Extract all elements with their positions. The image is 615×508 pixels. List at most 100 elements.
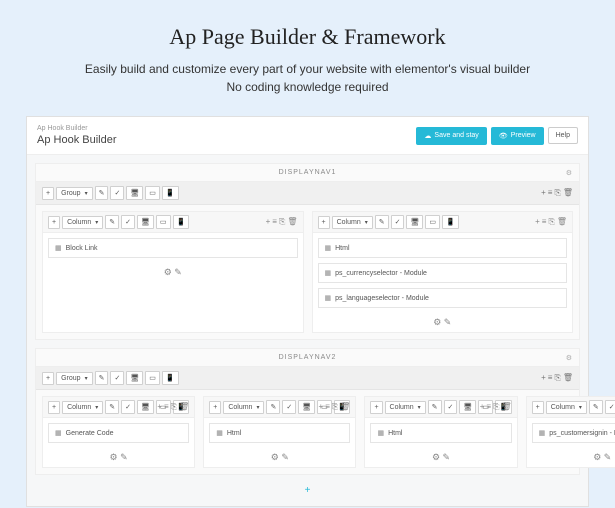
add-button[interactable]: + <box>370 401 382 414</box>
trash-icon[interactable]: 🗑 <box>287 217 297 227</box>
trash-icon[interactable]: 🗑 <box>563 188 573 198</box>
widget[interactable]: ▦Generate Code <box>48 423 189 443</box>
add-button[interactable]: + <box>318 216 330 229</box>
check-button[interactable]: ✓ <box>391 215 405 229</box>
column-dropdown[interactable]: Column <box>62 216 103 229</box>
check-button[interactable]: ✓ <box>444 400 458 414</box>
add-button[interactable]: + <box>42 187 54 200</box>
widget[interactable]: ▦ps_customersignin - Module <box>532 423 615 443</box>
group-dropdown[interactable]: Group <box>56 187 92 200</box>
check-button[interactable]: ✓ <box>110 186 124 200</box>
menu-icon[interactable]: ≡ <box>272 217 277 227</box>
add-button[interactable]: + <box>42 372 54 385</box>
gear-icon[interactable]: ⚙ <box>566 354 573 362</box>
help-button[interactable]: Help <box>548 127 578 144</box>
add-widget-row[interactable]: ⚙ ✎ <box>43 448 194 467</box>
menu-icon[interactable]: ≡ <box>548 188 553 198</box>
menu-icon[interactable]: ≡ <box>486 402 491 412</box>
trash-icon[interactable]: 🗑 <box>563 373 573 383</box>
edit-button[interactable]: ✎ <box>105 400 119 414</box>
widget[interactable]: ▦Block Link <box>48 238 298 258</box>
edit-button[interactable]: ✎ <box>95 371 109 385</box>
widget[interactable]: ▦Html <box>370 423 511 443</box>
widget[interactable]: ▦ps_currencyselector - Module <box>318 263 568 283</box>
add-button[interactable]: + <box>532 401 544 414</box>
duplicate-icon[interactable]: ⎘ <box>279 217 285 227</box>
gear-icon[interactable]: ⚙ <box>566 169 573 177</box>
add-widget-row[interactable]: ⚙ ✎ <box>527 448 615 467</box>
desktop-icon[interactable]: 🖥 <box>126 186 143 200</box>
duplicate-icon[interactable]: ⎘ <box>554 373 560 383</box>
plus-icon[interactable]: + <box>480 402 485 412</box>
check-button[interactable]: ✓ <box>282 400 296 414</box>
plus-icon[interactable]: + <box>157 402 162 412</box>
check-button[interactable]: ✓ <box>605 400 615 414</box>
hero-sub2: No coding knowledge required <box>40 78 575 96</box>
tablet-icon[interactable]: ▭ <box>145 371 160 385</box>
menu-icon[interactable]: ≡ <box>325 402 330 412</box>
desktop-icon[interactable]: 🖥 <box>137 400 154 414</box>
edit-button[interactable]: ✎ <box>266 400 280 414</box>
plus-icon[interactable]: + <box>266 217 271 227</box>
add-button[interactable]: + <box>48 216 60 229</box>
plus-icon[interactable]: + <box>541 373 546 383</box>
add-button[interactable]: + <box>209 401 221 414</box>
column-dropdown[interactable]: Column <box>223 401 264 414</box>
tablet-icon[interactable]: ▭ <box>156 215 171 229</box>
plus-icon[interactable]: + <box>319 402 324 412</box>
widget[interactable]: ▦Html <box>318 238 568 258</box>
trash-icon[interactable]: 🗑 <box>557 217 567 227</box>
add-widget-row[interactable]: ⚙ ✎ <box>204 448 355 467</box>
menu-icon[interactable]: ≡ <box>548 373 553 383</box>
group-dropdown[interactable]: Group <box>56 372 92 385</box>
column-dropdown[interactable]: Column <box>385 401 426 414</box>
trash-icon[interactable]: 🗑 <box>179 402 189 412</box>
desktop-icon[interactable]: 🖥 <box>298 400 315 414</box>
edit-button[interactable]: ✎ <box>95 186 109 200</box>
menu-icon[interactable]: ≡ <box>164 402 169 412</box>
duplicate-icon[interactable]: ⎘ <box>171 402 177 412</box>
tablet-icon[interactable]: ▭ <box>425 215 440 229</box>
preview-button[interactable]: 👁Preview <box>491 127 544 145</box>
desktop-icon[interactable]: 🖥 <box>126 371 143 385</box>
section-header: DISPLAYNAV2⚙ <box>36 349 579 367</box>
edit-button[interactable]: ✎ <box>589 400 603 414</box>
desktop-icon[interactable]: 🖥 <box>406 215 423 229</box>
trash-icon[interactable]: 🗑 <box>502 402 512 412</box>
mobile-icon[interactable]: 📱 <box>162 371 179 385</box>
add-button[interactable]: + <box>48 401 60 414</box>
menu-icon[interactable]: ≡ <box>542 217 547 227</box>
plus-icon[interactable]: + <box>541 188 546 198</box>
duplicate-icon[interactable]: ⎘ <box>332 402 338 412</box>
check-button[interactable]: ✓ <box>121 215 135 229</box>
widget[interactable]: ▦ps_languageselector - Module <box>318 288 568 308</box>
mobile-icon[interactable]: 📱 <box>162 186 179 200</box>
trash-icon[interactable]: 🗑 <box>340 402 350 412</box>
duplicate-icon[interactable]: ⎘ <box>493 402 499 412</box>
check-button[interactable]: ✓ <box>121 400 135 414</box>
mobile-icon[interactable]: 📱 <box>442 215 459 229</box>
column-dropdown[interactable]: Column <box>546 401 587 414</box>
add-widget-row[interactable]: ⚙ ✎ <box>313 313 573 332</box>
column-dropdown[interactable]: Column <box>62 401 103 414</box>
add-section-button[interactable]: + <box>35 483 580 498</box>
add-widget-row[interactable]: ⚙ ✎ <box>43 263 303 282</box>
column-dropdown[interactable]: Column <box>332 216 373 229</box>
widget-label: ps_currencyselector - Module <box>335 270 427 277</box>
section-header: DISPLAYNAV1⚙ <box>36 164 579 182</box>
edit-button[interactable]: ✎ <box>428 400 442 414</box>
desktop-icon[interactable]: 🖥 <box>137 215 154 229</box>
mobile-icon[interactable]: 📱 <box>173 215 190 229</box>
edit-button[interactable]: ✎ <box>375 215 389 229</box>
plus-icon[interactable]: + <box>535 217 540 227</box>
check-button[interactable]: ✓ <box>110 371 124 385</box>
desktop-icon[interactable]: 🖥 <box>459 400 476 414</box>
add-widget-row[interactable]: ⚙ ✎ <box>365 448 516 467</box>
tablet-icon[interactable]: ▭ <box>145 186 160 200</box>
edit-button[interactable]: ✎ <box>105 215 119 229</box>
save-button[interactable]: ☁Save and stay <box>416 127 486 145</box>
module-icon: ▦ <box>55 429 62 437</box>
duplicate-icon[interactable]: ⎘ <box>548 217 554 227</box>
widget[interactable]: ▦Html <box>209 423 350 443</box>
duplicate-icon[interactable]: ⎘ <box>554 188 560 198</box>
